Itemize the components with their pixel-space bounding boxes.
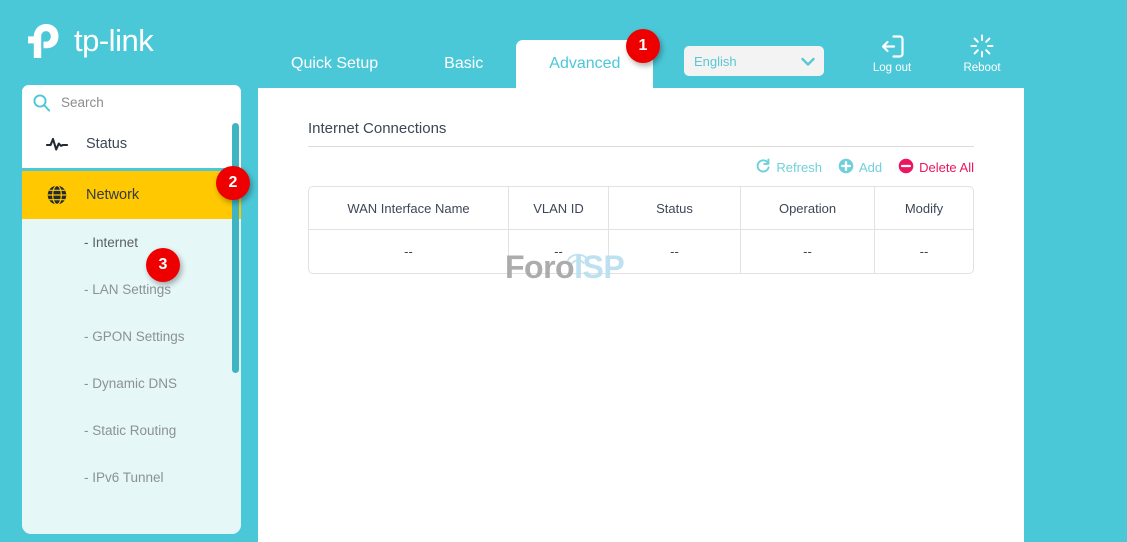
minus-circle-icon (898, 158, 914, 177)
search-input[interactable] (59, 94, 231, 111)
logout-label: Log out (862, 62, 922, 74)
step-badge-1: 1 (626, 29, 660, 63)
column-header-vlan-id: VLAN ID (509, 187, 609, 230)
column-header-status: Status (609, 187, 741, 230)
header-actions: Log out Reboot (862, 33, 1012, 74)
cell-operation: -- (741, 230, 875, 273)
title-divider (308, 146, 974, 147)
language-select[interactable]: English (684, 46, 824, 76)
sidebar-subitem-static-routing[interactable]: - Static Routing (22, 407, 241, 454)
add-label: Add (859, 160, 882, 175)
internet-connections-table: WAN Interface Name VLAN ID Status Operat… (308, 186, 974, 274)
sidebar-subitem-dynamic-dns[interactable]: - Dynamic DNS (22, 360, 241, 407)
tab-basic[interactable]: Basic (411, 40, 516, 88)
refresh-icon (755, 158, 771, 177)
column-header-operation: Operation (741, 187, 875, 230)
logout-icon (862, 33, 922, 59)
refresh-button[interactable]: Refresh (755, 158, 822, 177)
column-header-wan-interface-name: WAN Interface Name (309, 187, 509, 230)
sidebar-item-label: Status (86, 136, 127, 152)
sidebar-item-label: Network (86, 187, 139, 203)
table-header-row: WAN Interface Name VLAN ID Status Operat… (309, 187, 973, 230)
table-row: -- -- -- -- -- (309, 230, 973, 273)
step-badge-2: 2 (216, 166, 250, 200)
reboot-icon (952, 33, 1012, 59)
content-panel: Internet Connections Refresh Add (258, 88, 1024, 542)
reboot-label: Reboot (952, 62, 1012, 74)
logout-button[interactable]: Log out (862, 33, 922, 74)
plus-circle-icon (838, 158, 854, 177)
sidebar-subitem-gpon-settings[interactable]: - GPON Settings (22, 313, 241, 360)
cell-wan-interface-name: -- (309, 230, 509, 273)
globe-icon (44, 184, 70, 206)
sidebar-item-network[interactable]: Network (22, 171, 241, 219)
page-header: tp-link Quick Setup Basic Advanced Engli… (0, 0, 1127, 88)
sidebar-scrollbar-thumb[interactable] (232, 123, 239, 373)
refresh-label: Refresh (776, 160, 822, 175)
table-toolbar: Refresh Add Delete All (755, 158, 974, 177)
step-badge-3: 3 (146, 248, 180, 282)
sidebar-subitem-lan-settings[interactable]: - LAN Settings (22, 266, 241, 313)
cell-modify: -- (875, 230, 973, 273)
brand-name: tp-link (74, 23, 153, 59)
main-tabs: Quick Setup Basic Advanced (258, 40, 653, 88)
sidebar-menu: Status Network - Internet - LAN Setti (22, 120, 241, 501)
brand-logo: tp-link (24, 18, 153, 64)
sidebar-subitem-ipv6-tunnel[interactable]: - IPv6 Tunnel (22, 454, 241, 501)
sidebar-item-status[interactable]: Status (22, 120, 241, 168)
delete-all-button[interactable]: Delete All (898, 158, 974, 177)
add-button[interactable]: Add (838, 158, 882, 177)
sidebar-submenu-network: - Internet - LAN Settings - GPON Setting… (22, 219, 241, 501)
tab-quick-setup[interactable]: Quick Setup (258, 40, 411, 88)
sidebar-subitem-internet[interactable]: - Internet (22, 219, 241, 266)
sidebar: Status Network - Internet - LAN Setti (22, 85, 241, 534)
reboot-button[interactable]: Reboot (952, 33, 1012, 74)
search-box[interactable] (22, 85, 241, 120)
delete-all-label: Delete All (919, 160, 974, 175)
cell-vlan-id: -- (509, 230, 609, 273)
page-title: Internet Connections (308, 120, 446, 137)
pulse-icon (44, 135, 70, 153)
column-header-modify: Modify (875, 187, 973, 230)
search-icon (32, 93, 51, 112)
tp-link-logo-icon (24, 18, 70, 64)
cell-status: -- (609, 230, 741, 273)
